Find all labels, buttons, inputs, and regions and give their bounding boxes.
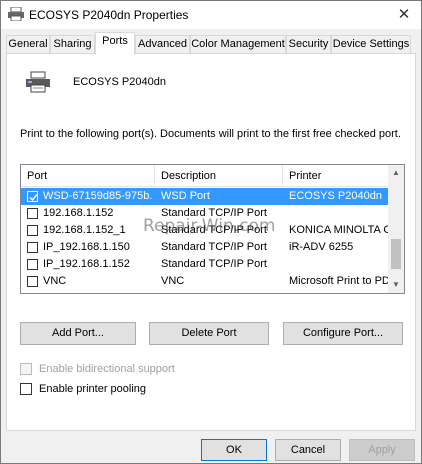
apply-button: Apply xyxy=(349,439,415,461)
port-printer: iR-ADV 6255 xyxy=(289,241,354,253)
tab-advanced[interactable]: Advanced xyxy=(135,35,190,54)
scroll-thumb[interactable] xyxy=(391,239,401,269)
add-port-button[interactable]: Add Port... xyxy=(20,322,136,345)
port-name: WSD-67159d85-975b... xyxy=(43,190,153,202)
list-item[interactable]: 192.168.1.152_1 Standard TCP/IP Port KON… xyxy=(21,222,389,239)
printer-icon xyxy=(26,71,50,93)
port-printer xyxy=(289,205,389,222)
tab-security[interactable]: Security xyxy=(286,35,331,54)
port-description: Standard TCP/IP Port xyxy=(161,207,267,219)
configure-port-button[interactable]: Configure Port... xyxy=(283,322,403,345)
pooling-label[interactable]: Enable printer pooling xyxy=(39,382,146,396)
port-checkbox[interactable] xyxy=(27,242,38,253)
tab-general[interactable]: General xyxy=(6,35,50,54)
port-description: Standard TCP/IP Port xyxy=(161,258,267,270)
port-printer: KONICA MINOLTA C... xyxy=(289,224,389,236)
port-name: IP_192.168.1.150 xyxy=(43,241,130,253)
tab-strip: General Sharing Ports Advanced Color Man… xyxy=(6,32,418,55)
port-name: VNC xyxy=(43,275,67,287)
printer-name: ECOSYS P2040dn xyxy=(73,76,166,88)
close-button[interactable]: ✕ xyxy=(387,1,421,29)
port-name: IP_192.168.1.152 xyxy=(43,258,130,270)
list-item[interactable]: VNC VNC Microsoft Print to PDF xyxy=(21,273,389,290)
printer-title-icon xyxy=(8,7,24,21)
tab-sharing[interactable]: Sharing xyxy=(50,35,95,54)
cancel-button[interactable]: Cancel xyxy=(275,439,341,461)
port-name: 192.168.1.152_1 xyxy=(43,224,126,236)
bidirectional-label: Enable bidirectional support xyxy=(39,363,175,375)
list-item[interactable]: WSD-67159d85-975b... WSD Port ECOSYS P20… xyxy=(21,188,389,205)
port-checkbox[interactable] xyxy=(27,191,38,202)
list-rows: WSD-67159d85-975b... WSD Port ECOSYS P20… xyxy=(21,188,389,290)
port-printer: ECOSYS P2040dn xyxy=(289,190,382,202)
scroll-down-icon[interactable]: ▼ xyxy=(388,277,404,293)
scroll-up-icon[interactable]: ▲ xyxy=(388,165,404,181)
port-checkbox[interactable] xyxy=(27,208,38,219)
column-header-printer[interactable]: Printer xyxy=(283,165,389,187)
tab-ports[interactable]: Ports xyxy=(95,32,135,55)
delete-port-button[interactable]: Delete Port xyxy=(149,322,269,345)
checkmark-icon xyxy=(29,194,38,202)
port-checkbox[interactable] xyxy=(27,276,38,287)
list-header: Port Description Printer xyxy=(21,165,389,187)
bidirectional-option: Enable bidirectional support xyxy=(20,362,220,378)
port-description: Standard TCP/IP Port xyxy=(161,241,267,253)
column-header-description[interactable]: Description xyxy=(155,165,283,187)
ports-panel: ECOSYS P2040dn Print to the following po… xyxy=(6,53,416,431)
port-name: 192.168.1.152 xyxy=(43,207,114,219)
port-description: WSD Port xyxy=(161,190,210,202)
ports-instructions: Print to the following port(s). Document… xyxy=(20,128,401,140)
vertical-scrollbar[interactable]: ▲ ▼ xyxy=(388,165,404,293)
port-printer xyxy=(289,256,389,273)
port-checkbox[interactable] xyxy=(27,225,38,236)
ok-button[interactable]: OK xyxy=(201,439,267,461)
properties-dialog: ECOSYS P2040dn Properties ✕ General Shar… xyxy=(0,0,422,464)
tab-color-management[interactable]: Color Management xyxy=(190,35,286,54)
pooling-checkbox[interactable] xyxy=(20,383,32,395)
pooling-option[interactable]: Enable printer pooling xyxy=(20,382,220,398)
bidirectional-checkbox xyxy=(20,363,32,375)
port-description: VNC xyxy=(161,275,185,287)
window-title: ECOSYS P2040dn Properties xyxy=(29,8,189,22)
list-item[interactable]: IP_192.168.1.150 Standard TCP/IP Port iR… xyxy=(21,239,389,256)
list-item[interactable]: IP_192.168.1.152 Standard TCP/IP Port xyxy=(21,256,389,273)
list-item[interactable]: 192.168.1.152 Standard TCP/IP Port xyxy=(21,205,389,222)
port-description: Standard TCP/IP Port xyxy=(161,224,267,236)
close-icon: ✕ xyxy=(397,6,411,23)
port-printer: Microsoft Print to PDF xyxy=(289,275,389,287)
column-header-port[interactable]: Port xyxy=(21,165,155,187)
port-checkbox[interactable] xyxy=(27,259,38,270)
ports-list[interactable]: Port Description Printer WSD-67159d85-97… xyxy=(20,164,405,294)
tab-device-settings[interactable]: Device Settings xyxy=(331,35,411,54)
title-bar[interactable]: ECOSYS P2040dn Properties ✕ xyxy=(1,1,421,29)
